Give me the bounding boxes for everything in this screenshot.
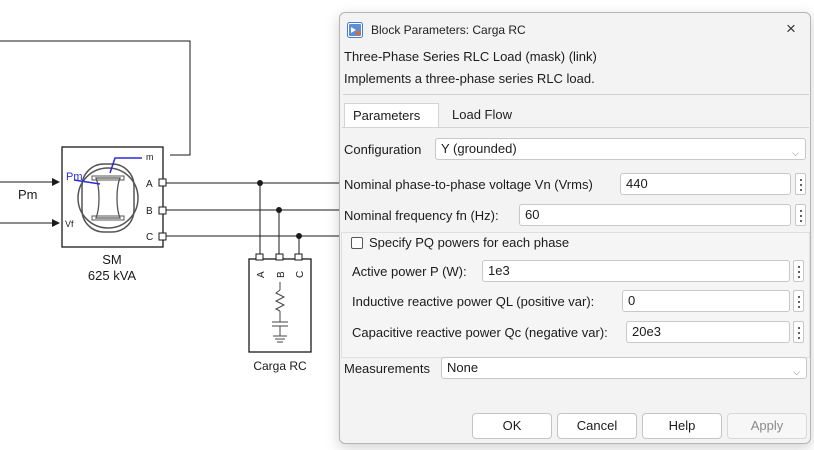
pm-arrow <box>52 178 60 186</box>
nominal-frequency-label: Nominal frequency fn (Hz): <box>344 208 499 223</box>
active-power-label: Active power P (W): <box>352 264 467 279</box>
configuration-value: Y (grounded) <box>441 141 517 156</box>
tab-parameters[interactable]: Parameters <box>344 103 439 127</box>
machine-rating: 625 kVA <box>88 268 137 283</box>
feedback-wire <box>0 40 191 156</box>
pq-group: Specify PQ powers for each phase Active … <box>341 232 810 358</box>
specify-pq-checkbox[interactable] <box>351 237 363 249</box>
dialog-title: Block Parameters: Carga RC <box>371 23 526 37</box>
capacitive-power-input[interactable]: 20e3 <box>626 321 790 343</box>
active-power-input[interactable]: 1e3 <box>482 260 790 282</box>
apply-button[interactable]: Apply <box>727 413 807 439</box>
help-button[interactable]: Help <box>642 413 722 439</box>
vertical-ellipsis-icon[interactable] <box>793 321 804 343</box>
chevron-down-icon: ⌵ <box>793 367 800 377</box>
load-port-c-label: C <box>295 271 306 278</box>
tab-load-flow[interactable]: Load Flow <box>444 103 524 127</box>
title-bar[interactable]: Block Parameters: Carga RC × <box>340 13 810 45</box>
nominal-frequency-input[interactable]: 60 <box>519 204 791 226</box>
ok-button[interactable]: OK <box>472 413 552 439</box>
measurements-dropdown[interactable]: None ⌵ <box>441 357 807 379</box>
port-pm-label: Pm <box>66 171 83 183</box>
pm-signal-label: Pm <box>18 187 38 202</box>
configuration-dropdown[interactable]: Y (grounded) ⌵ <box>435 138 806 160</box>
port-vf-label: Vf <box>65 219 74 229</box>
load-port-b-label: B <box>276 271 287 278</box>
measurements-label: Measurements <box>344 361 430 376</box>
measurements-value: None <box>447 360 479 375</box>
simulink-diagram: m A B C Pm Vf Pm SM 625 kVA A B C Carga … <box>0 40 340 373</box>
nominal-voltage-input[interactable]: 440 <box>620 173 791 195</box>
mask-description-text: Implements a three-phase series RLC load… <box>344 71 595 86</box>
header-divider <box>343 94 809 95</box>
load-name: Carga RC <box>253 359 307 373</box>
port-a-label: A <box>146 179 153 190</box>
close-icon: × <box>786 19 796 38</box>
port-m-label: m <box>146 152 154 162</box>
vf-arrow <box>52 219 60 227</box>
cancel-button[interactable]: Cancel <box>557 413 637 439</box>
synchronous-machine-block[interactable]: m A B C Pm Vf <box>61 146 167 248</box>
close-button[interactable]: × <box>778 17 804 41</box>
machine-name: SM <box>102 252 122 267</box>
block-parameters-dialog: Block Parameters: Carga RC × Three-Phase… <box>339 12 811 444</box>
simulink-block-icon <box>347 22 363 38</box>
inductive-power-label: Inductive reactive power QL (positive va… <box>352 294 595 309</box>
inductive-power-input[interactable]: 0 <box>622 290 790 312</box>
nominal-voltage-label: Nominal phase-to-phase voltage Vn (Vrms) <box>344 177 593 192</box>
load-port-a-label: A <box>256 271 267 278</box>
vertical-ellipsis-icon[interactable] <box>793 260 804 282</box>
vertical-ellipsis-icon[interactable] <box>793 290 804 312</box>
vertical-ellipsis-icon[interactable] <box>795 173 806 195</box>
port-b-label: B <box>146 206 153 217</box>
specify-pq-label: Specify PQ powers for each phase <box>369 235 570 250</box>
rc-load-block[interactable]: A B C <box>248 253 312 353</box>
configuration-label: Configuration <box>344 142 422 157</box>
capacitive-power-label: Capacitive reactive power Qc (negative v… <box>352 325 608 340</box>
chevron-down-icon: ⌵ <box>792 148 799 158</box>
junction-a <box>257 180 263 186</box>
vertical-ellipsis-icon[interactable] <box>795 204 806 226</box>
mask-type-text: Three-Phase Series RLC Load (mask) (link… <box>344 49 597 64</box>
junction-c <box>296 233 302 239</box>
junction-b <box>276 207 282 213</box>
port-c-label: C <box>146 232 153 243</box>
